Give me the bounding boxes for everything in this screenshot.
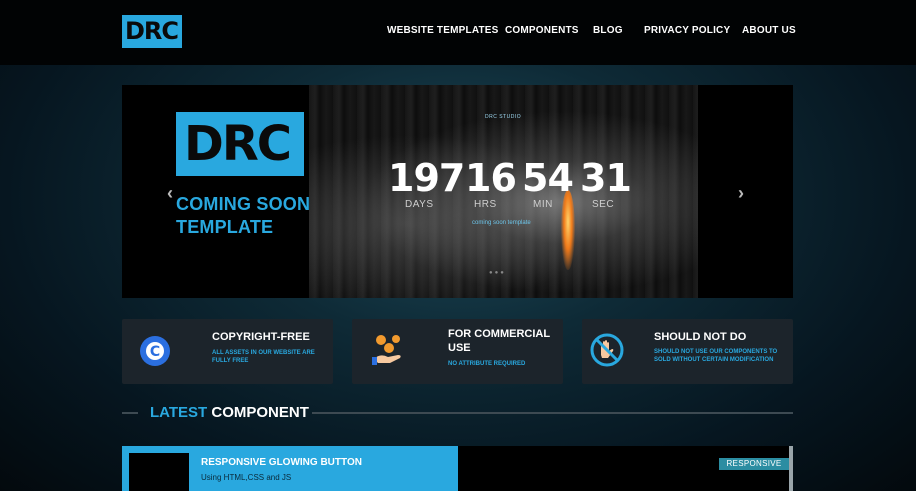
hero-title: COMING SOON TEMPLATE [176, 194, 311, 237]
countdown-hours-label: HRS [474, 199, 497, 210]
coins-hand-icon [372, 335, 401, 365]
component-card[interactable]: RESPONSIVE GLOWING BUTTON Using HTML,CSS… [122, 446, 793, 491]
section-divider-right [312, 412, 793, 414]
feature-title: FOR COMMERCIAL USE [448, 328, 550, 354]
fire-figure-graphic [561, 190, 575, 270]
site-logo[interactable]: DRC [122, 15, 182, 48]
social-icons[interactable]: ●●● [489, 270, 506, 276]
feature-card-restriction: SHOULD NOT DO SHOULD NOT USE OUR COMPONE… [582, 319, 793, 384]
component-tag: RESPONSIVE [719, 458, 789, 470]
nav-about-us[interactable]: ABOUT US [742, 25, 796, 36]
section-divider-left [122, 412, 138, 414]
site-logo-text: DRC [125, 17, 179, 45]
countdown-seconds-label: SEC [592, 199, 615, 210]
countdown-days-value: 197 [388, 156, 465, 200]
chevron-right-icon[interactable]: › [738, 183, 744, 204]
nav-privacy-policy[interactable]: PRIVACY POLICY [644, 25, 730, 36]
feature-subtitle: ALL ASSETS IN OUR WEBSITE ARE FULLY FREE [212, 350, 315, 364]
nav-blog[interactable]: BLOG [593, 25, 623, 36]
countdown-seconds-value: 31 [580, 156, 632, 200]
copyright-icon: C [140, 336, 170, 366]
section-title-accent: LATEST [150, 404, 208, 421]
nav-website-templates[interactable]: WEBSITE TEMPLATES [387, 25, 499, 36]
section-title: LATEST COMPONENT [150, 404, 309, 421]
studio-label: DRC STUDIO [485, 114, 522, 120]
scrollbar[interactable] [789, 446, 793, 491]
feature-title: SHOULD NOT DO [654, 331, 747, 343]
component-subtitle: Using HTML,CSS and JS [201, 473, 292, 482]
countdown-days-label: DAYS [405, 199, 434, 210]
hero-logo-text: DRC [184, 116, 292, 172]
countdown-hours-value: 16 [465, 156, 517, 200]
nav-components[interactable]: COMPONENTS [505, 25, 579, 36]
section-title-rest: COMPONENT [211, 404, 309, 421]
chevron-left-icon[interactable]: ‹ [167, 183, 173, 204]
feature-subtitle: SHOULD NOT USE OUR COMPONENTS TO SOLD WI… [654, 349, 778, 363]
hero-slider: DRC COMING SOON TEMPLATE ‹ › DRC STUDIO … [122, 85, 793, 298]
feature-subtitle: NO ATTRIBUTE REQUIRED [448, 361, 526, 367]
component-thumbnail[interactable] [129, 453, 189, 491]
feature-card-copyright: C COPYRIGHT-FREE ALL ASSETS IN OUR WEBSI… [122, 319, 333, 384]
feature-title: COPYRIGHT-FREE [212, 331, 310, 343]
no-hand-icon [590, 333, 624, 367]
hero-tagline: coming soon template [472, 220, 531, 226]
countdown-minutes-label: MIN [533, 199, 553, 210]
countdown-minutes-value: 54 [522, 156, 574, 200]
hero-logo: DRC [176, 112, 304, 176]
feature-card-commercial: FOR COMMERCIAL USE NO ATTRIBUTE REQUIRED [352, 319, 563, 384]
svg-text:C: C [150, 344, 160, 360]
component-card-header: RESPONSIVE GLOWING BUTTON Using HTML,CSS… [122, 446, 458, 491]
component-title[interactable]: RESPONSIVE GLOWING BUTTON [201, 457, 362, 468]
top-navbar: DRC WEBSITE TEMPLATES COMPONENTS BLOG PR… [0, 0, 916, 65]
